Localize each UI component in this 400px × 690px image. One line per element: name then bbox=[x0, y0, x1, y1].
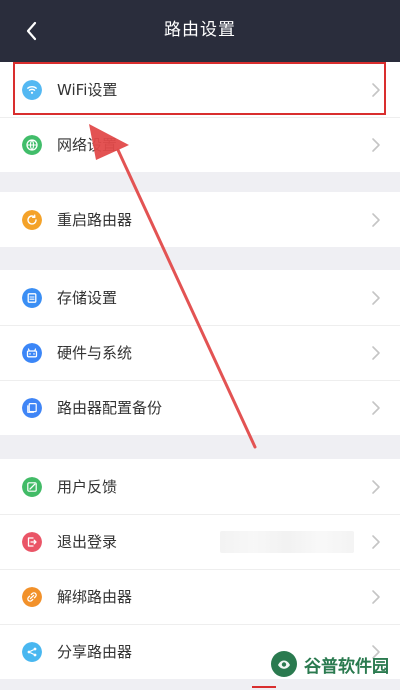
storage-icon bbox=[22, 288, 42, 308]
globe-icon bbox=[22, 135, 42, 155]
chevron-right-icon bbox=[372, 213, 380, 227]
group-restart: 重启路由器 bbox=[0, 192, 400, 247]
chevron-right-icon bbox=[372, 480, 380, 494]
chevron-right-icon bbox=[372, 401, 380, 415]
config-backup-item[interactable]: 路由器配置备份 bbox=[0, 380, 400, 435]
header: 路由设置 bbox=[0, 0, 400, 62]
unlink-icon bbox=[22, 587, 42, 607]
config-backup-label: 路由器配置备份 bbox=[57, 399, 163, 417]
restart-router-item[interactable]: 重启路由器 bbox=[0, 192, 400, 247]
user-feedback-item[interactable]: 用户反馈 bbox=[0, 459, 400, 514]
chevron-right-icon bbox=[372, 83, 380, 97]
chevron-right-icon bbox=[372, 138, 380, 152]
storage-settings-label: 存储设置 bbox=[57, 289, 118, 307]
group-wifi-network: WiFi设置 网络设置 bbox=[0, 62, 400, 172]
bottom-accent bbox=[252, 686, 276, 688]
wifi-icon bbox=[22, 80, 42, 100]
router-settings-screen: 路由设置 WiFi设置 网络设置 重启路由器 存储设置 硬件与系统 路由器配置备… bbox=[0, 0, 400, 690]
share-icon bbox=[22, 642, 42, 662]
hardware-system-item[interactable]: 硬件与系统 bbox=[0, 325, 400, 380]
logout-icon bbox=[22, 532, 42, 552]
restart-icon bbox=[22, 210, 42, 230]
wifi-settings-item[interactable]: WiFi设置 bbox=[0, 62, 400, 117]
network-settings-item[interactable]: 网络设置 bbox=[0, 117, 400, 172]
unbind-router-label: 解绑路由器 bbox=[57, 588, 133, 606]
feedback-icon bbox=[22, 477, 42, 497]
group-system: 存储设置 硬件与系统 路由器配置备份 bbox=[0, 270, 400, 435]
chevron-right-icon bbox=[372, 291, 380, 305]
backup-icon bbox=[22, 398, 42, 418]
logout-label: 退出登录 bbox=[57, 533, 118, 551]
chevron-right-icon bbox=[372, 645, 380, 659]
storage-settings-item[interactable]: 存储设置 bbox=[0, 270, 400, 325]
unbind-router-item[interactable]: 解绑路由器 bbox=[0, 569, 400, 624]
blurred-account-info bbox=[220, 531, 354, 553]
share-router-item[interactable]: 分享路由器 bbox=[0, 624, 400, 679]
restart-router-label: 重启路由器 bbox=[57, 211, 133, 229]
group-account: 用户反馈 退出登录 解绑路由器 分享路由器 bbox=[0, 459, 400, 679]
user-feedback-label: 用户反馈 bbox=[57, 478, 118, 496]
share-router-label: 分享路由器 bbox=[57, 643, 133, 661]
network-settings-label: 网络设置 bbox=[57, 136, 118, 154]
chevron-right-icon bbox=[372, 346, 380, 360]
page-title: 路由设置 bbox=[164, 20, 236, 40]
chevron-right-icon bbox=[372, 590, 380, 604]
hardware-icon bbox=[22, 343, 42, 363]
hardware-system-label: 硬件与系统 bbox=[57, 344, 133, 362]
wifi-settings-label: WiFi设置 bbox=[57, 81, 118, 99]
chevron-right-icon bbox=[372, 535, 380, 549]
